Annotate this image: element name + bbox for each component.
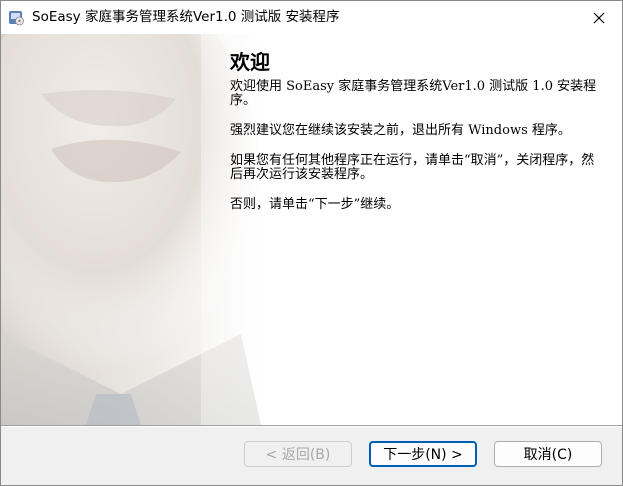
welcome-text-area: 欢迎 欢迎使用 SoEasy 家庭事务管理系统Ver1.0 测试版 1.0 安装… — [230, 48, 605, 228]
back-button[interactable]: < 返回(B) — [244, 441, 352, 467]
cancel-button[interactable]: 取消(C) — [494, 441, 602, 467]
installer-window: SoEasy 家庭事务管理系统Ver1.0 测试版 安装程序 欢迎 欢迎使用 S… — [0, 0, 623, 486]
cancel-instruction-paragraph: 如果您有任何其他程序正在运行，请单击“取消”，关闭程序，然后再次运行该安装程序。 — [230, 153, 595, 182]
next-button-label: 下一步(N) > — [383, 447, 463, 463]
cancel-button-label: 取消(C) — [523, 447, 573, 463]
wizard-content: 欢迎 欢迎使用 SoEasy 家庭事务管理系统Ver1.0 测试版 1.0 安装… — [1, 34, 622, 425]
background-face-image — [1, 34, 261, 425]
window-title: SoEasy 家庭事务管理系统Ver1.0 测试版 安装程序 — [32, 9, 340, 25]
back-button-label: < 返回(B) — [265, 447, 331, 463]
next-instruction-paragraph: 否则，请单击“下一步”继续。 — [230, 197, 400, 212]
installer-icon — [9, 11, 24, 26]
next-button[interactable]: 下一步(N) > — [369, 441, 477, 467]
close-programs-paragraph: 强烈建议您在继续该安装之前，退出所有 Windows 程序。 — [230, 123, 571, 138]
title-bar: SoEasy 家庭事务管理系统Ver1.0 测试版 安装程序 — [1, 1, 622, 34]
close-icon — [593, 12, 605, 23]
welcome-paragraph: 欢迎使用 SoEasy 家庭事务管理系统Ver1.0 测试版 1.0 安装程序。 — [230, 79, 597, 108]
footer-separator-highlight — [1, 426, 622, 427]
welcome-heading: 欢迎 — [230, 50, 270, 74]
close-button[interactable] — [576, 1, 622, 34]
